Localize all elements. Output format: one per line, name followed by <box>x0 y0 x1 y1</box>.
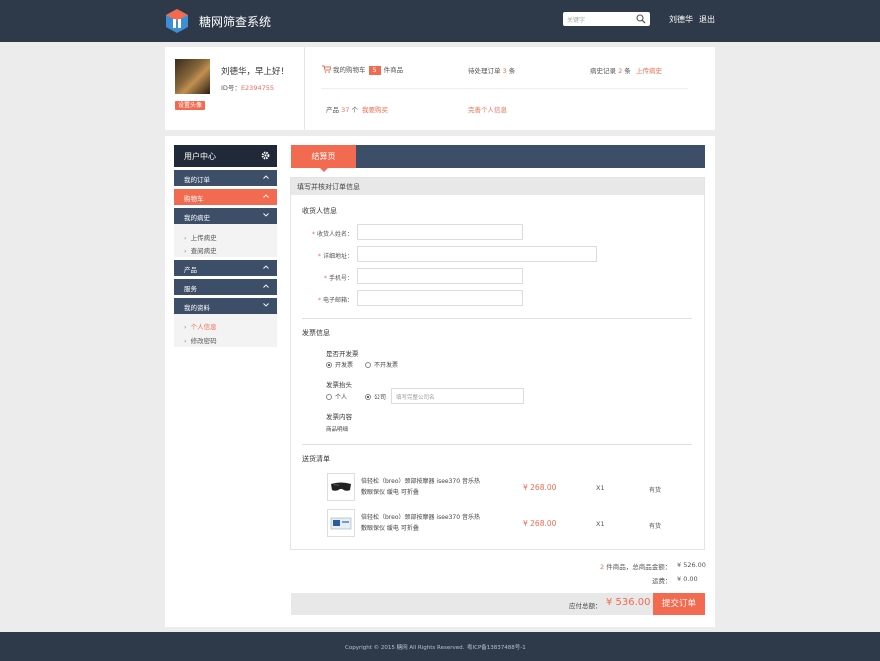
gear-icon[interactable] <box>261 151 270 160</box>
address-input[interactable] <box>357 246 597 262</box>
product-name[interactable]: 倍轻松（breo）颈部按摩器 isee370 音乐热 敷眼保仪 缓电 可折叠 <box>361 476 481 498</box>
pending-orders-stat[interactable]: 待处理订单 3 条 <box>468 65 515 75</box>
radio-icon[interactable] <box>326 362 332 368</box>
total-label: 应付总额： <box>569 602 602 610</box>
upload-history-link[interactable]: 上传病史 <box>636 65 662 75</box>
sidebar-item-services[interactable]: 服务 <box>174 279 277 295</box>
radio-icon[interactable] <box>326 394 332 400</box>
sidebar-header: 用户中心 <box>174 145 277 167</box>
sidebar-item-upload-history[interactable]: › 上传病史 <box>184 232 217 242</box>
email-label: * 电子邮箱： <box>317 297 353 304</box>
cart-stat[interactable]: 我的购物车 5 件商品 <box>322 64 403 75</box>
submit-order-button[interactable]: 提交订单 <box>653 593 705 615</box>
sidebar-item-cart[interactable]: 购物车 <box>174 189 277 205</box>
product-stat: 产品 37 个 <box>326 106 358 114</box>
invoice-header-question: 发票抬头 <box>326 381 352 389</box>
invoice-content-value: 商品明细 <box>326 427 349 433</box>
divider <box>302 318 692 319</box>
divider <box>304 47 305 130</box>
email-input[interactable] <box>357 290 523 306</box>
sidebar-item-view-history[interactable]: › 查阅病史 <box>184 245 217 255</box>
product-price: ¥ 268.00 <box>523 519 557 528</box>
sidebar-item-products[interactable]: 产品 <box>174 260 277 276</box>
search-icon[interactable] <box>636 14 646 24</box>
summary-amount: ¥ 526.00 <box>677 561 706 569</box>
brand-title: 糖网筛查系统 <box>199 15 272 29</box>
receiver-name-input[interactable] <box>357 224 523 240</box>
phone-input[interactable] <box>357 268 523 284</box>
invoice-content-question: 发票内容 <box>326 413 352 421</box>
divider <box>321 88 688 89</box>
sidebar-item-profile[interactable]: 我的资料 <box>174 298 277 314</box>
total-amount: ¥ 536.00 <box>606 597 651 608</box>
chevron-down-icon <box>263 303 269 307</box>
complete-info-link[interactable]: 完善个人信息 <box>468 104 507 114</box>
receiver-name-label: * 收货人姓名： <box>311 231 353 238</box>
sidebar-item-history[interactable]: 我的病史 <box>174 208 277 224</box>
radio-personal[interactable]: 个人 <box>326 392 347 401</box>
sidebar-title: 用户中心 <box>184 152 216 161</box>
divider <box>302 444 692 445</box>
logout-link[interactable]: 退出 <box>699 14 715 25</box>
shipping-amount: ¥ 0.00 <box>677 575 698 583</box>
history-stat: 病史记录 2 条 <box>590 67 631 75</box>
product-image[interactable] <box>327 473 355 501</box>
copyright: Copyright © 2015 糖网 All Rights Reserved. <box>345 645 465 651</box>
user-id: ID号：E2394755 <box>221 84 274 92</box>
radio-invoice-yes[interactable]: 开发票 <box>326 360 353 369</box>
chevron-up-icon <box>263 175 269 179</box>
invoice-question: 是否开发票 <box>326 350 359 358</box>
receiver-section-title: 收货人信息 <box>302 207 337 215</box>
sidebar-item-change-password[interactable]: › 修改密码 <box>184 335 217 345</box>
summary-count: 2 件商品，总商品金额： <box>600 563 672 571</box>
phone-label: * 手机号： <box>323 275 353 282</box>
buy-link[interactable]: 我要购买 <box>362 104 388 114</box>
chevron-down-icon <box>263 213 269 217</box>
chevron-up-icon <box>263 194 269 198</box>
radio-icon[interactable] <box>365 394 371 400</box>
invoice-section-title: 发票信息 <box>302 329 330 337</box>
tab-pointer <box>319 167 329 172</box>
sidebar-item-orders[interactable]: 我的订单 <box>174 170 277 186</box>
set-avatar-button[interactable]: 设置头像 <box>175 101 206 110</box>
search-box[interactable]: 关键字 <box>563 12 650 26</box>
radio-invoice-no[interactable]: 不开发票 <box>365 360 398 369</box>
chevron-up-icon <box>263 265 269 269</box>
goggles-icon <box>331 482 351 491</box>
product-box-icon <box>330 517 352 530</box>
top-header <box>0 0 880 42</box>
address-label: * 详细地址： <box>317 253 353 260</box>
panel-heading: 填写并核对订单信息 <box>291 178 704 195</box>
product-qty: X1 <box>596 520 605 528</box>
product-qty: X1 <box>596 484 605 492</box>
shipping-label: 运费： <box>652 577 672 585</box>
cart-icon <box>322 65 332 73</box>
company-name-input[interactable]: 填写完整公司名 <box>391 388 524 404</box>
tab-checkout[interactable]: 结算页 <box>291 145 356 168</box>
radio-company[interactable]: 公司 <box>365 392 386 401</box>
radio-icon[interactable] <box>365 362 371 368</box>
chevron-up-icon <box>263 284 269 288</box>
icp-number: 粤ICP备13837488号-1 <box>467 645 526 651</box>
product-name[interactable]: 倍轻松（breo）颈部按摩器 isee370 音乐热 敷眼保仪 缓电 可折叠 <box>361 512 481 534</box>
avatar <box>175 59 210 94</box>
product-stock: 有货 <box>649 487 662 494</box>
product-price: ¥ 268.00 <box>523 483 557 492</box>
sidebar-item-personal-info[interactable]: › 个人信息 <box>184 321 217 331</box>
product-image[interactable] <box>327 509 355 537</box>
logo-icon <box>166 9 188 33</box>
greeting: 刘德华，早上好！ <box>221 67 290 77</box>
delivery-section-title: 送货清单 <box>302 455 330 463</box>
header-username[interactable]: 刘德华 <box>669 14 693 25</box>
search-input[interactable]: 关键字 <box>567 15 585 24</box>
product-stock: 有货 <box>649 523 662 530</box>
